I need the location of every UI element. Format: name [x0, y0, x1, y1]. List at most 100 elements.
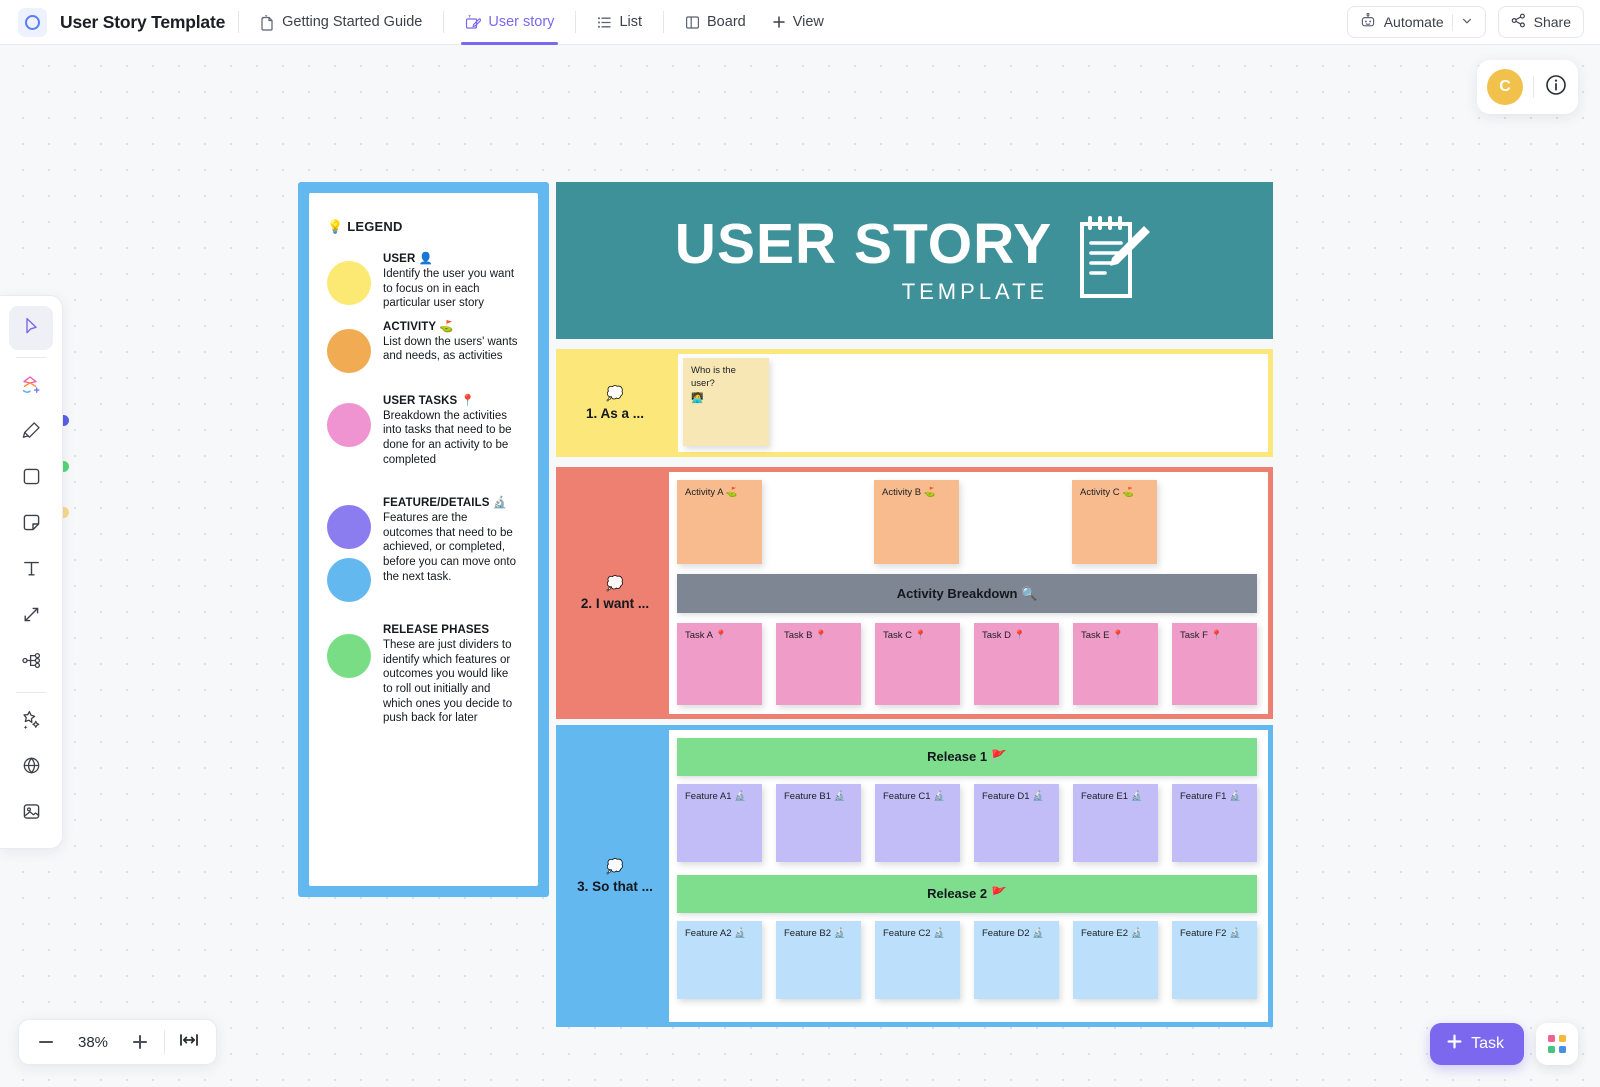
legend-card[interactable]: 💡 LEGEND USER 👤 Identify the user you wa… — [298, 182, 549, 897]
feature-card-f2[interactable]: Feature F2 🔬 — [1172, 921, 1257, 999]
feature-card-a2[interactable]: Feature A2 🔬 — [677, 921, 762, 999]
feature-card-label: Feature C1 🔬 — [883, 791, 945, 802]
add-task-button[interactable]: Task — [1430, 1023, 1524, 1065]
tab-list[interactable]: List — [589, 0, 650, 45]
row-label-so-that: 💭 3. So that ... — [556, 725, 674, 1027]
legend-swatch-activity — [327, 328, 371, 373]
release-bar-1[interactable]: Release 1 🚩 — [677, 738, 1257, 776]
info-icon[interactable] — [1544, 73, 1568, 102]
avatar[interactable]: C — [1487, 69, 1523, 105]
row-i-want[interactable]: 💭 2. I want ... Activity A ⛳ Activity B … — [556, 467, 1273, 719]
feature-card-f1[interactable]: Feature F1 🔬 — [1172, 784, 1257, 862]
legend-text: RELEASE PHASES These are just dividers t… — [383, 622, 518, 726]
robot-icon — [1360, 12, 1376, 32]
feature-card-b2[interactable]: Feature B2 🔬 — [776, 921, 861, 999]
feature-card-e1[interactable]: Feature E1 🔬 — [1073, 784, 1158, 862]
row-so-that[interactable]: 💭 3. So that ... Release 1 🚩 Feature A1 … — [556, 725, 1273, 1027]
sticky-note-who-is-the-user[interactable]: Who is the user? 🧑‍💻 — [683, 358, 769, 446]
mindmap-tool[interactable] — [9, 641, 53, 685]
sticky-note-tool[interactable] — [9, 503, 53, 547]
legend-swatch-user — [327, 261, 371, 305]
row-body-i-want: Activity A ⛳ Activity B ⛳ Activity C ⛳ A… — [669, 472, 1268, 714]
highlighter-icon — [20, 419, 43, 447]
activity-breakdown-label: Activity Breakdown 🔍 — [896, 585, 1038, 601]
sticky-note-emoji: 🧑‍💻 — [691, 392, 704, 404]
automate-label: Automate — [1383, 14, 1444, 30]
zoom-level[interactable]: 38% — [67, 1034, 119, 1051]
legend-swatch-details — [327, 558, 371, 603]
plus-icon — [772, 15, 786, 29]
chevron-down-icon[interactable] — [1461, 14, 1473, 30]
apps-button[interactable] — [1536, 1023, 1578, 1065]
task-card-b[interactable]: Task B 📍 — [776, 623, 861, 705]
fit-to-screen-button[interactable] — [168, 1021, 210, 1063]
legend-entry-user: USER 👤 Identify the user you want to foc… — [327, 249, 518, 311]
thought-bubble-icon: 💭 — [606, 384, 624, 401]
feature-card-a1[interactable]: Feature A1 🔬 — [677, 784, 762, 862]
magic-wand-tool[interactable] — [9, 700, 53, 744]
board-banner[interactable]: USER STORY TEMPLATE — [556, 182, 1273, 339]
task-card-c[interactable]: Task C 📍 — [875, 623, 960, 705]
legend-entry-activity: ACTIVITY ⛳ List down the users' wants an… — [327, 317, 518, 373]
row-body-so-that: Release 1 🚩 Feature A1 🔬 Feature B1 🔬 Fe… — [669, 730, 1268, 1022]
cursor-select-tool[interactable] — [9, 306, 53, 350]
task-card-e[interactable]: Task E 📍 — [1073, 623, 1158, 705]
banner-title: USER STORY — [674, 212, 1053, 276]
legend-entry-release-phases: RELEASE PHASES These are just dividers t… — [327, 622, 518, 726]
feature-card-c2[interactable]: Feature C2 🔬 — [875, 921, 960, 999]
automate-button[interactable]: Automate — [1346, 6, 1486, 38]
feature-card-b1[interactable]: Feature B1 🔬 — [776, 784, 861, 862]
activity-card-label: Activity A ⛳ — [685, 487, 738, 498]
task-card-f[interactable]: Task F 📍 — [1172, 623, 1257, 705]
mindmap-icon — [20, 649, 43, 677]
legend-swatch-user-tasks — [327, 402, 371, 447]
activity-breakdown-bar[interactable]: Activity Breakdown 🔍 — [677, 574, 1257, 613]
whiteboard-canvas[interactable]: 💡 LEGEND USER 👤 Identify the user you wa… — [0, 45, 1600, 1087]
share-button[interactable]: Share — [1497, 6, 1584, 38]
plus-icon — [1446, 1033, 1463, 1055]
row-as-a[interactable]: 💭 1. As a ... Who is the user? 🧑‍💻 — [556, 349, 1273, 457]
tab-board[interactable]: Board — [677, 0, 754, 45]
globe-tool[interactable] — [9, 746, 53, 790]
text-tool[interactable] — [9, 549, 53, 593]
divider — [16, 692, 46, 693]
zoom-out-button[interactable] — [25, 1021, 67, 1063]
tab-getting-started-guide[interactable]: Getting Started Guide — [252, 0, 430, 45]
zoom-in-button[interactable] — [119, 1021, 161, 1063]
rectangle-tool[interactable] — [9, 457, 53, 501]
activity-card-c[interactable]: Activity C ⛳ — [1072, 480, 1157, 564]
divider — [16, 357, 46, 358]
legend-body: List down the users' wants and needs, as… — [383, 335, 518, 363]
divider — [238, 11, 240, 33]
feature-card-d1[interactable]: Feature D1 🔬 — [974, 784, 1059, 862]
task-card-a[interactable]: Task A 📍 — [677, 623, 762, 705]
image-tool[interactable] — [9, 792, 53, 836]
app-logo[interactable] — [18, 7, 47, 37]
highlighter-tool[interactable] — [9, 411, 53, 455]
legend-entry-feature-details: FEATURE/DETAILS 🔬 Features are the outco… — [327, 493, 518, 603]
tab-label: List — [619, 14, 643, 30]
feature-card-c1[interactable]: Feature C1 🔬 — [875, 784, 960, 862]
feature-card-e2[interactable]: Feature E2 🔬 — [1073, 921, 1158, 999]
legend-text: USER 👤 Identify the user you want to foc… — [383, 249, 518, 311]
add-task-label: Task — [1471, 1035, 1504, 1052]
legend-heading: USER TASKS 📍 — [383, 394, 475, 407]
feature-card-d2[interactable]: Feature D2 🔬 — [974, 921, 1059, 999]
release-bar-2[interactable]: Release 2 🚩 — [677, 875, 1257, 913]
task-card-label: Task D 📍 — [982, 630, 1026, 641]
tab-add-view[interactable]: View — [764, 0, 832, 45]
legend-body: Features are the outcomes that need to b… — [383, 512, 516, 583]
task-card-d[interactable]: Task D 📍 — [974, 623, 1059, 705]
activity-card-a[interactable]: Activity A ⛳ — [677, 480, 762, 564]
feature-card-label: Feature D1 🔬 — [982, 791, 1044, 802]
activity-card-b[interactable]: Activity B ⛳ — [874, 480, 959, 564]
tab-user-story[interactable]: User story — [457, 0, 562, 45]
connector-arrow-tool[interactable] — [9, 595, 53, 639]
thought-bubble-icon: 💭 — [606, 857, 624, 874]
row-label-text: 1. As a ... — [585, 405, 645, 421]
shapes-add-tool[interactable] — [9, 365, 53, 409]
legend-heading: RELEASE PHASES — [383, 624, 490, 637]
image-icon — [20, 800, 43, 828]
sticky-note-text: Who is the user? — [691, 365, 736, 389]
tab-label: Board — [707, 14, 746, 30]
